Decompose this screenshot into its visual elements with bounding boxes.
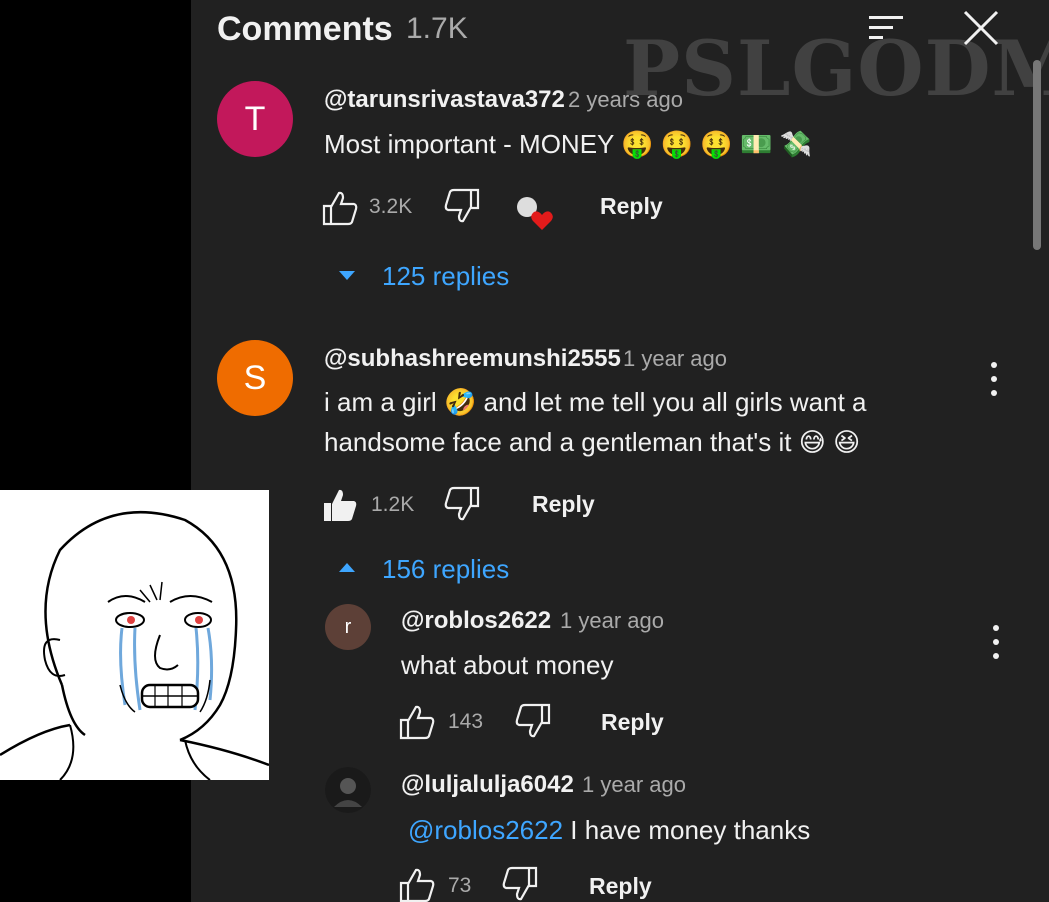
dislike-icon[interactable] (443, 486, 481, 522)
dislike-icon[interactable] (514, 703, 552, 739)
like-count: 143 (448, 710, 484, 733)
like-icon[interactable] (398, 704, 436, 740)
crying-wojak-image (0, 490, 270, 781)
like-icon[interactable] (321, 190, 359, 226)
reply-time[interactable]: 1 year ago (560, 608, 664, 634)
creator-heart-icon (517, 197, 553, 230)
like-count: 73 (448, 874, 472, 897)
comment-author[interactable]: @tarunsrivastava372 (324, 86, 565, 114)
replies-toggle[interactable]: 156 replies (382, 554, 509, 585)
avatar[interactable] (325, 767, 371, 813)
avatar[interactable]: T (217, 81, 293, 157)
comment-text-part: and let me tell you all girls want a (483, 387, 867, 417)
comment-emoji: 🤑 🤑 🤑 💵 💸 (621, 129, 812, 159)
comment-author[interactable]: @subhashreemunshi2555 (324, 345, 621, 373)
like-count: 3.2K (369, 195, 413, 218)
crying-wojak-drawing (0, 490, 270, 781)
reply-text: @roblos2622 I have money thanks (408, 810, 810, 850)
dislike-icon[interactable] (443, 188, 481, 224)
reply-button[interactable]: Reply (601, 709, 664, 736)
comment-text: Most important - MONEY 🤑 🤑 🤑 💵 💸 (324, 124, 812, 164)
dislike-icon[interactable] (501, 866, 539, 902)
like-icon[interactable] (398, 867, 436, 902)
reply-author[interactable]: @luljalulja6042 (401, 771, 574, 799)
scrollbar[interactable] (1033, 60, 1041, 250)
comment-text-part: i am a girl (324, 387, 437, 417)
mention-link[interactable]: @roblos2622 (408, 815, 563, 845)
reply-button[interactable]: Reply (600, 193, 663, 220)
close-icon[interactable] (961, 8, 1001, 48)
reply-text: what about money (401, 650, 614, 680)
avatar[interactable]: r (325, 604, 371, 650)
reply-text-body: I have money thanks (570, 815, 811, 845)
avatar-photo (325, 767, 371, 813)
comments-title: Comments (217, 10, 393, 48)
comment-text: i am a girl 🤣 and let me tell you all gi… (324, 382, 867, 422)
expand-arrow-icon[interactable] (339, 563, 355, 572)
avatar[interactable]: S (217, 340, 293, 416)
comment-emoji: 😅 😆 (798, 427, 861, 457)
comment-text: handsome face and a gentleman that's it … (324, 422, 860, 462)
like-count: 1.2K (371, 493, 415, 516)
comment-text-part: handsome face and a gentleman that's it (324, 427, 792, 457)
more-options-icon[interactable] (991, 625, 1001, 659)
comments-panel: PSLGODMF Comments 1.7K T @tarunsrivastav… (191, 0, 1049, 902)
comment-time[interactable]: 1 year ago (623, 346, 727, 372)
like-icon-filled[interactable] (321, 487, 359, 523)
reply-button[interactable]: Reply (532, 491, 595, 518)
sort-icon[interactable] (867, 12, 905, 44)
collapse-arrow-icon[interactable] (339, 271, 355, 280)
more-options-icon[interactable] (989, 362, 999, 396)
comment-emoji: 🤣 (443, 387, 477, 417)
replies-toggle[interactable]: 125 replies (382, 261, 509, 292)
reply-button[interactable]: Reply (589, 873, 652, 900)
reply-author[interactable]: @roblos2622 (401, 607, 551, 635)
comments-count: 1.7K (406, 12, 468, 45)
comment-text-body: Most important - MONEY (324, 129, 614, 159)
reply-time[interactable]: 1 year ago (582, 772, 686, 798)
comment-time[interactable]: 2 years ago (568, 87, 683, 113)
